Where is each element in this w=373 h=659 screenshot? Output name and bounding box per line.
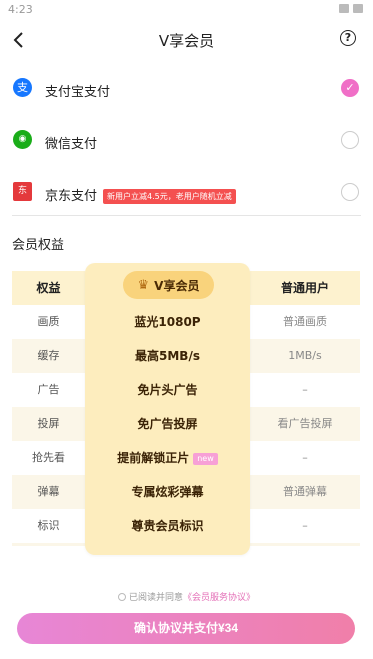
vip-value: 免片头广告 — [137, 383, 198, 397]
confirm-pay-button[interactable]: 确认协议并支付¥34 — [17, 613, 355, 644]
payment-methods: 支 支付宝支付 ✓ ◉ 微信支付 东 京东支付 新用户立减4.5元，老用户随机立… — [0, 58, 373, 216]
radio-selected[interactable]: ✓ — [341, 79, 359, 97]
payment-option-wechat[interactable]: ◉ 微信支付 — [0, 113, 373, 165]
vip-value: 提前解锁正片 — [117, 451, 190, 465]
normal-value: – — [302, 451, 308, 464]
vip-value-row: 提前解锁正片 new — [85, 441, 250, 475]
vip-title: V享会员 — [154, 278, 200, 293]
vip-value: 免广告投屏 — [137, 417, 198, 431]
payment-option-jd[interactable]: 东 京东支付 新用户立减4.5元，老用户随机立减 — [0, 165, 373, 217]
agree-text: 已阅读并同意 — [128, 593, 183, 603]
payment-label: 微信支付 — [45, 137, 98, 152]
agree-checkbox[interactable] — [117, 593, 126, 601]
payment-label: 支付宝支付 — [45, 85, 111, 100]
crown-icon: ♛ — [137, 277, 150, 293]
radio-unselected[interactable] — [341, 183, 359, 201]
benefit-name: 缓存 — [37, 349, 60, 362]
wifi-icon — [339, 4, 349, 13]
benefit-name: 标识 — [37, 519, 60, 532]
vip-value: 尊贵会员标识 — [131, 519, 204, 533]
status-icons — [339, 4, 363, 13]
benefit-name: 弹幕 — [37, 485, 60, 498]
vip-value: 专属炫彩弹幕 — [131, 485, 204, 499]
benefit-name: 广告 — [37, 383, 60, 396]
bottom-bar: 已阅读并同意《会员服务协议》 确认协议并支付¥34 — [0, 578, 373, 659]
normal-value: 普通弹幕 — [283, 485, 327, 498]
status-bar: 4:23 — [0, 0, 373, 22]
page-title: V享会员 — [158, 32, 215, 50]
column-header-normal: 普通用户 — [250, 271, 360, 305]
payment-option-alipay[interactable]: 支 支付宝支付 ✓ — [0, 61, 373, 113]
nav-bar: V享会员 ? — [0, 22, 373, 58]
agreement-link[interactable]: 《会员服务协议》 — [183, 593, 255, 603]
benefit-name: 画质 — [37, 315, 60, 328]
radio-unselected[interactable] — [341, 131, 359, 149]
vip-value: 最高5MB/s — [135, 349, 200, 363]
agreement-line: 已阅读并同意《会员服务协议》 — [0, 590, 373, 603]
new-badge: new — [193, 452, 218, 465]
battery-icon — [353, 4, 363, 13]
normal-value: – — [302, 383, 308, 396]
status-time: 4:23 — [8, 3, 33, 16]
vip-column: ♛ V享会员 蓝光1080P 最高5MB/s 免片头广告 免广告投屏 提前解锁正… — [85, 263, 250, 555]
help-icon[interactable]: ? — [340, 30, 356, 46]
column-header-benefit: 权益 — [12, 271, 85, 305]
benefit-name: 投屏 — [37, 417, 60, 430]
normal-value: 看广告投屏 — [277, 417, 333, 430]
benefits-section: 会员权益 权益 普通用户 画质 缓存 广告 投屏 抢先看 弹幕 标识 普通画质 … — [0, 216, 373, 578]
benefit-name: 抢先看 — [32, 451, 65, 464]
jd-pay-icon: 东 — [13, 182, 32, 201]
vip-value: 蓝光1080P — [134, 315, 201, 329]
benefits-table: 权益 普通用户 画质 缓存 广告 投屏 抢先看 弹幕 标识 普通画质 1MB/s… — [12, 263, 360, 555]
alipay-icon: 支 — [13, 78, 32, 97]
wechat-pay-icon: ◉ — [13, 130, 32, 149]
vip-header: ♛ V享会员 — [123, 271, 214, 299]
normal-value: 普通画质 — [283, 315, 327, 328]
payment-label: 京东支付 — [45, 189, 98, 204]
promo-badge: 新用户立减4.5元，老用户随机立减 — [103, 189, 236, 204]
normal-value: – — [302, 519, 308, 532]
normal-value: 1MB/s — [288, 349, 322, 362]
section-title: 会员权益 — [12, 238, 65, 253]
